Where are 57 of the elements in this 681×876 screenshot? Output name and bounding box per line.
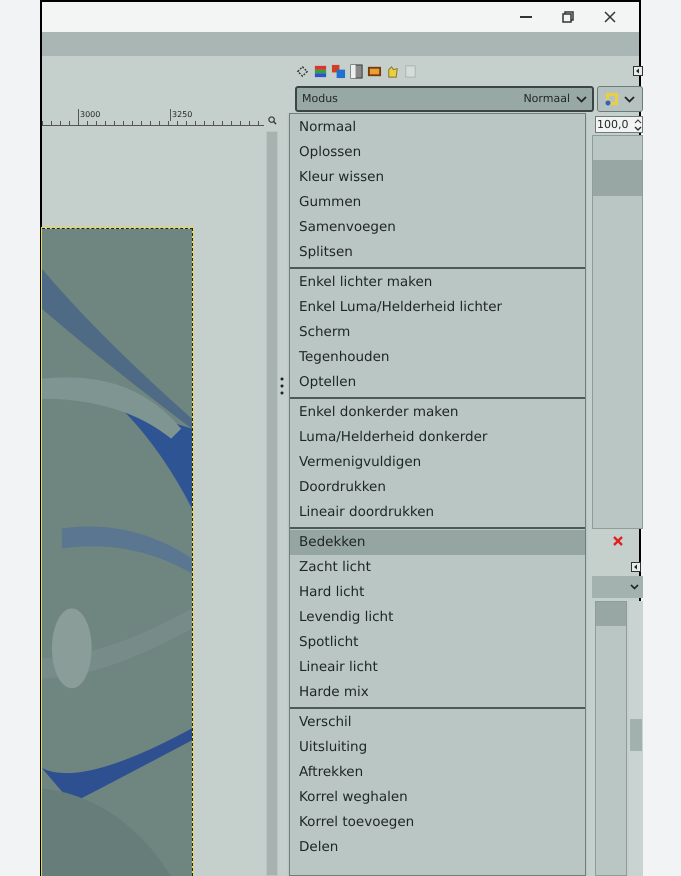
menu-item[interactable]: Oplossen xyxy=(290,140,585,165)
menu-item[interactable]: Enkel Luma/Helderheid lichter xyxy=(290,295,585,320)
ruler-label: 3250 xyxy=(170,109,192,121)
delete-icon[interactable] xyxy=(613,536,623,546)
scrollbar-thumb[interactable] xyxy=(630,719,642,751)
zoom-icon[interactable] xyxy=(268,116,276,125)
menu-item[interactable]: Kleur wissen xyxy=(290,165,585,190)
menu-item[interactable]: Lineair doordrukken xyxy=(290,500,585,525)
opacity-value: 100,0 xyxy=(597,119,630,130)
menu-item[interactable]: Tegenhouden xyxy=(290,345,585,370)
menu-item[interactable]: Delen xyxy=(290,835,585,860)
mode-switch-button[interactable] xyxy=(597,86,643,112)
layers-icon[interactable] xyxy=(313,64,328,78)
mode-dropdown[interactable]: Modus Normaal xyxy=(295,86,594,112)
menu-item[interactable]: Optellen xyxy=(290,370,585,395)
menu-item[interactable]: Samenvoegen xyxy=(290,215,585,240)
menu-item[interactable]: Doordrukken xyxy=(290,475,585,500)
menu-item[interactable]: Spotlicht xyxy=(290,630,585,655)
close-icon xyxy=(604,11,616,23)
panel-menu-icon[interactable] xyxy=(631,562,641,572)
restore-icon xyxy=(562,11,574,23)
menu-item[interactable]: Aftrekken xyxy=(290,760,585,785)
menu-item[interactable]: Hard licht xyxy=(290,580,585,605)
menu-item[interactable]: Zacht licht xyxy=(290,555,585,580)
chevron-down-icon xyxy=(624,96,635,102)
gradient-icon[interactable] xyxy=(349,64,364,78)
menu-item[interactable]: Enkel lichter maken xyxy=(290,270,585,295)
mode-label: Modus xyxy=(302,90,338,107)
ruler-label: 3000 xyxy=(78,109,100,121)
close-button[interactable] xyxy=(603,10,617,24)
menu-item[interactable]: Bedekken xyxy=(290,530,585,555)
menu-item[interactable]: Korrel weghalen xyxy=(290,785,585,810)
menu-item[interactable]: Levendig licht xyxy=(290,605,585,630)
menu-item[interactable]: Verschil xyxy=(290,710,585,735)
opacity-spinner[interactable]: 100,0 xyxy=(595,116,643,133)
menu-item[interactable]: Normaal xyxy=(290,115,585,140)
chevron-down-icon xyxy=(630,584,639,590)
menu-item[interactable]: Scherm xyxy=(290,320,585,345)
restore-button[interactable] xyxy=(561,10,575,24)
mode-value: Normaal xyxy=(523,90,570,107)
panel-menu-icon[interactable] xyxy=(633,66,643,76)
scrollbar[interactable] xyxy=(266,131,278,876)
chevron-down-icon xyxy=(576,96,587,102)
menu-item[interactable]: Harde mix xyxy=(290,680,585,705)
menu-item[interactable]: Lineair licht xyxy=(290,655,585,680)
menu-item[interactable]: Splitsen xyxy=(290,240,585,265)
menu-item[interactable]: Korrel toevoegen xyxy=(290,810,585,835)
menu-item[interactable]: Luma/Helderheid donkerder xyxy=(290,425,585,450)
menu-item[interactable]: Gummen xyxy=(290,190,585,215)
scrollbar[interactable] xyxy=(629,601,643,876)
spinner-arrows-icon xyxy=(634,118,642,132)
menu-item[interactable]: Enkel donkerder maken xyxy=(290,400,585,425)
minimize-icon xyxy=(520,16,532,18)
menu-item[interactable]: Vermenigvuldigen xyxy=(290,450,585,475)
menu-item[interactable]: Uitsluiting xyxy=(290,735,585,760)
swap-icon xyxy=(605,92,619,106)
drag-handle-icon[interactable] xyxy=(280,376,284,396)
